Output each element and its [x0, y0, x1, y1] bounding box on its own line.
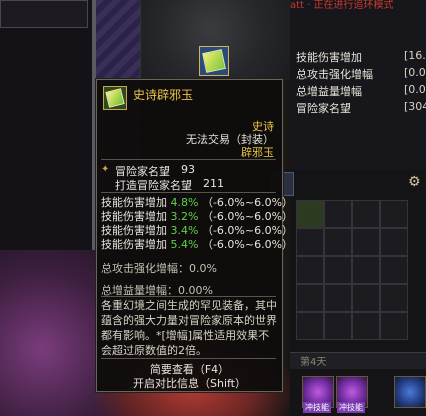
inventory-slot[interactable] [324, 200, 352, 228]
divider [101, 296, 276, 297]
stat-value: [0.0% [404, 83, 426, 96]
divider [101, 192, 276, 193]
gear-icon[interactable]: ⚙ [408, 174, 421, 190]
inventory-slot[interactable] [352, 228, 380, 256]
divider [101, 358, 276, 359]
inventory-slot[interactable] [352, 256, 380, 284]
inventory-slot[interactable] [324, 284, 352, 312]
inventory-slot[interactable] [296, 200, 324, 228]
stat-row: 总攻击强化增幅 [0.0% [296, 66, 426, 82]
item-tooltip: 史诗辟邪玉 史诗 无法交易（封装） 辟邪玉 ✦ 冒险家名望 93 打造冒险家名望… [96, 79, 293, 392]
item-description: 各重幻境之间生成的罕见装备，其中蕴含的强大力量对冒险家原本的世界都有影响。*[增… [101, 299, 277, 357]
skill-icon[interactable] [394, 376, 426, 408]
tooltip-header: 史诗辟邪玉 史诗 无法交易（封装） 辟邪玉 [97, 80, 282, 159]
inventory-slot[interactable] [380, 284, 408, 312]
inventory-slot[interactable] [296, 256, 324, 284]
fame-rank-icon: ✦ [101, 164, 110, 175]
stat-row: 冒险家名望 [304 [296, 100, 426, 116]
item-type: 辟邪玉 [241, 146, 274, 159]
stat-value: [0.0% [404, 66, 426, 79]
forge-fame-label: 打造冒险家名望 [115, 179, 192, 192]
fame-value: 93 [181, 163, 195, 176]
inventory-slot[interactable] [296, 312, 324, 340]
item-jade-icon [103, 86, 127, 110]
bonus-range: （-6.0%~6.0%） [201, 238, 294, 251]
inventory-slot[interactable] [380, 312, 408, 340]
divider [101, 159, 276, 160]
day-label: 第4天 [300, 357, 327, 368]
bonus-row: 技能伤害增加 5.4% （-6.0%~6.0%） [101, 236, 293, 252]
inventory-slot[interactable] [380, 256, 408, 284]
stat-label: 总攻击强化增幅 [296, 68, 373, 81]
total-attack-increase: 总攻击强化增幅：0.0% [101, 262, 217, 275]
inventory-slot[interactable] [352, 284, 380, 312]
inventory-slot[interactable] [324, 256, 352, 284]
left-panel [0, 0, 93, 250]
bonus-label: 技能伤害增加 [101, 238, 167, 251]
stat-row: 技能伤害增加 [16.8 [296, 49, 426, 65]
item-jade-card [105, 88, 125, 108]
inventory-slot[interactable] [296, 228, 324, 256]
forge-fame-value: 211 [203, 177, 224, 190]
stat-label: 冒险家名望 [296, 102, 351, 115]
stat-value: [304 [404, 100, 426, 113]
skill-tag: 冲技能 [303, 402, 331, 413]
left-panel-header[interactable] [0, 0, 88, 28]
item-jade-icon [202, 49, 226, 73]
equipped-jade-slot[interactable] [199, 46, 229, 76]
inventory-slot[interactable] [324, 312, 352, 340]
item-name: 史诗辟邪玉 [133, 88, 194, 102]
skill-tag: 冲技能 [337, 402, 365, 413]
inventory-slot[interactable] [380, 200, 408, 228]
inventory-slot[interactable] [352, 312, 380, 340]
inventory-slot[interactable] [352, 200, 380, 228]
status-note: att · 正在进行追环模式 [290, 0, 394, 11]
inventory-slot[interactable] [296, 284, 324, 312]
stat-label: 总增益量增幅 [296, 85, 362, 98]
stat-row: 总增益量增幅 [0.0% [296, 83, 426, 99]
stat-label: 技能伤害增加 [296, 51, 362, 64]
compare-info-hint: 开启对比信息（Shift） [132, 377, 246, 390]
bonus-value: 5.4% [170, 238, 199, 251]
stat-value: [16.8 [404, 49, 426, 62]
inventory-slot[interactable] [380, 228, 408, 256]
inventory-slot[interactable] [324, 228, 352, 256]
